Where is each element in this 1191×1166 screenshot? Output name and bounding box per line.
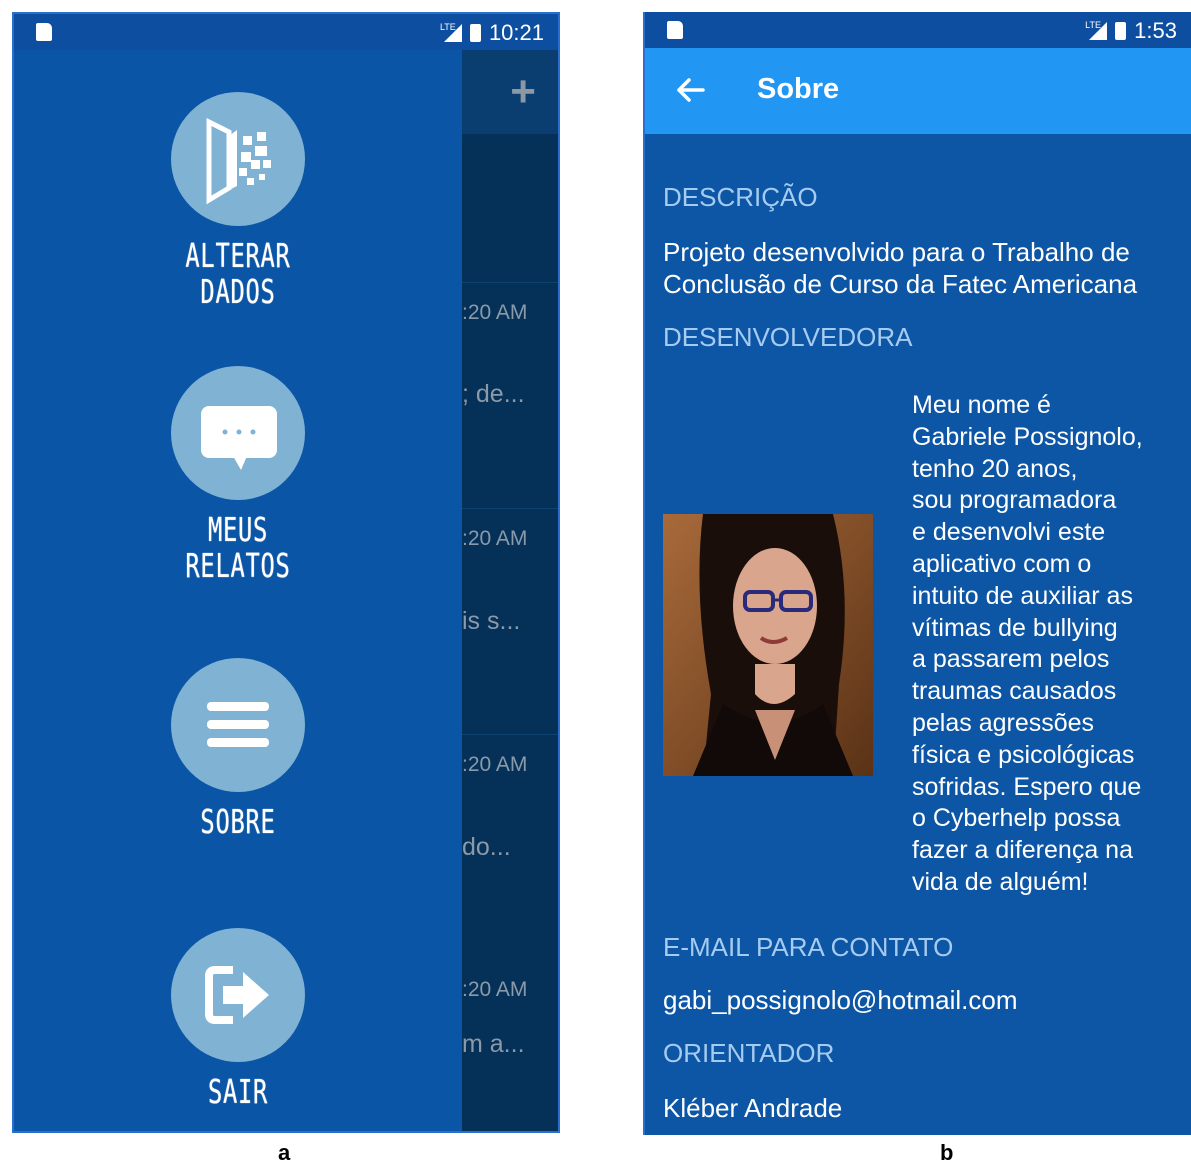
menu-label: MEUS RELATOS [185, 510, 291, 585]
battery-icon [1115, 22, 1127, 40]
caption-b: b [940, 1140, 954, 1165]
menu-sair[interactable]: SAIR [14, 928, 462, 1110]
battery-icon [469, 24, 481, 42]
developer-bio: Meu nome é Gabriele Possignolo, tenho 20… [912, 391, 1143, 896]
signal-icon: LTE [440, 22, 462, 42]
item-time: :20 AM [462, 527, 528, 550]
phone-screen-a: LTE 10:21 + :20 AM ; de... :20 AM is s..… [12, 12, 560, 1133]
item-preview: is s... [462, 607, 521, 635]
sd-card-icon [36, 23, 52, 41]
list-item[interactable]: :20 AM do... [462, 734, 558, 963]
section-heading-orientador: ORIENTADOR [663, 1038, 835, 1068]
exit-icon[interactable] [171, 928, 305, 1062]
menu-label: SOBRE [200, 802, 276, 841]
item-preview: m a... [462, 1030, 525, 1058]
item-preview: do... [462, 833, 511, 861]
contact-email[interactable]: gabi_possignolo@hotmail.com [663, 984, 1017, 1016]
edit-data-icon[interactable] [171, 92, 305, 226]
phone-screen-b: LTE 1:53 Sobre DESCRIÇÃO Projeto desenvo… [643, 12, 1191, 1135]
menu-label: ALTERAR DADOS [185, 236, 291, 311]
menu-meus-relatos[interactable]: MEUS RELATOS [14, 366, 462, 584]
section-heading-desenvolvedora: DESENVOLVEDORA [663, 322, 913, 352]
navigation-drawer: ALTERAR DADOS MEUS RELATOS SOBRE SAIR [14, 50, 462, 1131]
status-bar: LTE 1:53 [645, 12, 1191, 48]
add-icon[interactable]: + [510, 70, 536, 114]
menu-sobre[interactable]: SOBRE [14, 658, 462, 840]
status-time: 10:21 [488, 20, 544, 45]
item-preview: ; de... [462, 380, 525, 408]
back-arrow-icon[interactable] [675, 70, 705, 110]
advisor-name: Kléber Andrade [663, 1093, 843, 1123]
section-heading-email: E-MAIL PARA CONTATO [663, 932, 954, 962]
app-bar: Sobre [645, 48, 1191, 134]
item-time: :20 AM [462, 753, 528, 776]
background-list: + :20 AM ; de... :20 AM is s... :20 AM d… [462, 50, 558, 1131]
background-toolbar: + [462, 50, 558, 134]
menu-lines-icon[interactable] [171, 658, 305, 792]
item-time: :20 AM [462, 978, 528, 1001]
caption-a: a [278, 1140, 291, 1165]
chat-bubble-icon[interactable] [171, 366, 305, 500]
descricao-text: Projeto desenvolvido para o Trabalho de … [663, 237, 1138, 299]
menu-alterar-dados[interactable]: ALTERAR DADOS [14, 92, 462, 310]
list-item[interactable]: :20 AM is s... [462, 508, 558, 737]
developer-photo [663, 514, 873, 776]
list-item-preview: ; de... [462, 282, 558, 510]
status-bar: LTE 10:21 [14, 14, 558, 50]
page-title: Sobre [757, 73, 840, 105]
list-item[interactable]: :20 AM m a... [462, 960, 558, 1131]
section-heading-descricao: DESCRIÇÃO [663, 182, 818, 212]
signal-icon: LTE [1085, 20, 1108, 40]
status-time: 1:53 [1134, 18, 1177, 43]
sd-card-icon [667, 21, 683, 39]
menu-label: SAIR [207, 1072, 269, 1111]
